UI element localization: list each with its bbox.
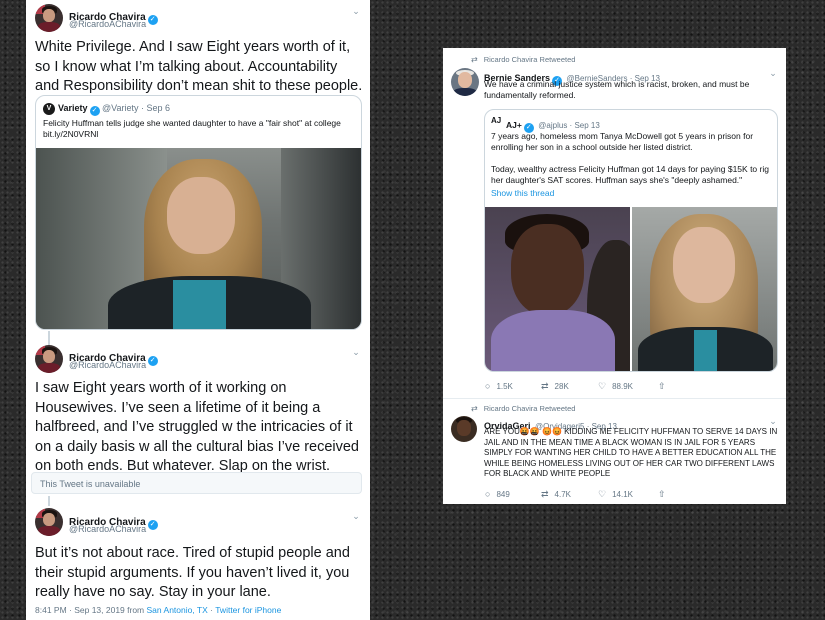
tweet-text: But it’s not about race. Tired of stupid… <box>35 545 350 600</box>
tweet-client-link[interactable]: Twitter for iPhone <box>215 605 281 615</box>
share-icon: ⇧ <box>658 489 666 499</box>
retweeted-by-label[interactable]: Ricardo Chavira Retweeted <box>484 55 576 64</box>
ricardo-avatar[interactable] <box>35 345 63 373</box>
quoted-author-handle: @ajplus <box>538 121 568 130</box>
heart-icon: ♡ <box>598 381 607 391</box>
tweet-text: ARE YOU🤬🤬 😡😡 KIDDING ME FELICITY HUFFMAN… <box>484 427 778 478</box>
verified-badge-icon: ✓ <box>147 356 158 366</box>
felicity-huffman-photo[interactable] <box>632 207 777 371</box>
quoted-tweet-card[interactable]: AJ AJ+ ✓ @ajplus · Sep 13 7 years ago, ho… <box>484 109 778 372</box>
tweet-text: We have a criminal justice system which … <box>484 79 750 100</box>
retweet-action[interactable]: ⇄ 4.7K <box>541 489 571 500</box>
quoted-author-name: Variety <box>58 103 88 113</box>
ajplus-logo-icon: AJ <box>491 116 502 125</box>
like-count: 14.1K <box>612 490 633 499</box>
chevron-down-icon[interactable]: ⌄ <box>351 511 361 521</box>
heart-icon: ♡ <box>598 489 607 499</box>
left-tweet-thread: Ricardo Chavira ✓ @RicardoAChavira ⌄ Whit… <box>26 0 370 620</box>
verified-badge-icon: ✓ <box>147 15 158 25</box>
tweet-timestamp[interactable]: 8:41 PM · Sep 13, 2019 from <box>35 605 147 615</box>
quoted-date: Sep 13 <box>574 121 600 130</box>
thread-connector-line <box>48 331 50 345</box>
reply-icon: ○ <box>485 381 491 391</box>
retweeted-by-row: ⇄ Ricardo Chavira Retweeted <box>471 404 575 413</box>
retweet-icon: ⇄ <box>471 55 478 64</box>
reply-count: 849 <box>496 490 510 499</box>
quoted-tweet-text: Felicity Huffman tells judge she wanted … <box>43 118 341 128</box>
reply-action[interactable]: ○ 1.5K <box>485 381 513 391</box>
quoted-author-handle: @Variety <box>102 103 139 113</box>
thread-connector-line <box>48 496 50 506</box>
tweet-text: White Privilege. And I saw Eight years w… <box>35 39 363 94</box>
bernie-avatar[interactable] <box>451 68 479 96</box>
right-retweets-panel: ⇄ Ricardo Chavira Retweeted Bernie Sander… <box>443 48 786 504</box>
reply-count: 1.5K <box>496 382 513 391</box>
retweet-icon: ⇄ <box>541 489 549 499</box>
author-handle[interactable]: @RicardoAChavira <box>69 19 146 29</box>
reply-icon: ○ <box>485 489 491 499</box>
bullet-separator: · <box>138 103 147 113</box>
author-handle[interactable]: @RicardoAChavira <box>69 360 146 370</box>
retweet-count: 28K <box>554 382 569 391</box>
retweeted-by-label[interactable]: Ricardo Chavira Retweeted <box>484 404 576 413</box>
retweeted-by-row: ⇄ Ricardo Chavira Retweeted <box>471 55 575 64</box>
verified-badge-icon: ✓ <box>147 520 158 530</box>
ricardo-avatar[interactable] <box>35 4 63 32</box>
chevron-down-icon[interactable]: ⌄ <box>768 68 778 78</box>
quoted-author-name: AJ+ <box>506 120 522 130</box>
share-action[interactable]: ⇧ <box>658 489 672 500</box>
unavailable-tweet-notice: This Tweet is unavailable <box>31 472 362 494</box>
like-action[interactable]: ♡ 88.9K <box>598 381 633 392</box>
retweet-icon: ⇄ <box>471 404 478 413</box>
ricardo-avatar[interactable] <box>35 508 63 536</box>
quoted-tweet-link[interactable]: bit.ly/2N0VRNl <box>43 129 98 140</box>
quoted-tweet-text-continued: Today, wealthy actress Felicity Huffman … <box>491 164 769 185</box>
tanya-mcdowell-photo[interactable] <box>485 207 630 371</box>
share-action[interactable]: ⇧ <box>658 381 672 392</box>
quoted-date: Sep 6 <box>146 103 171 113</box>
quoted-tweet-text: 7 years ago, homeless mom Tanya McDowell… <box>491 131 754 152</box>
felicity-huffman-photo[interactable] <box>36 148 361 329</box>
reply-action[interactable]: ○ 849 <box>485 489 510 499</box>
like-action[interactable]: ♡ 14.1K <box>598 489 633 500</box>
chevron-down-icon[interactable]: ⌄ <box>351 6 361 16</box>
orvidageri-avatar[interactable] <box>451 416 477 442</box>
show-thread-link[interactable]: Show this thread <box>491 188 554 198</box>
share-icon: ⇧ <box>658 381 666 391</box>
quoted-tweet-card[interactable]: V Variety ✓ @Variety · Sep 6 Felicity Huf… <box>35 95 362 330</box>
chevron-down-icon[interactable]: ⌄ <box>768 416 778 426</box>
verified-badge-icon: ✓ <box>89 106 100 116</box>
retweet-action[interactable]: ⇄ 28K <box>541 381 569 392</box>
chevron-down-icon[interactable]: ⌄ <box>351 347 361 357</box>
like-count: 88.9K <box>612 382 633 391</box>
retweet-icon: ⇄ <box>541 381 549 391</box>
tweet-metadata: 8:41 PM · Sep 13, 2019 from San Antonio,… <box>35 605 281 615</box>
author-handle[interactable]: @RicardoAChavira <box>69 524 146 534</box>
retweet-count: 4.7K <box>554 490 572 499</box>
quoted-author[interactable]: Variety ✓ @Variety · Sep 6 <box>58 103 170 116</box>
tweet-divider <box>443 398 786 399</box>
tweet-location-link[interactable]: San Antonio, TX <box>147 605 208 615</box>
variety-logo-icon: V <box>43 103 55 115</box>
